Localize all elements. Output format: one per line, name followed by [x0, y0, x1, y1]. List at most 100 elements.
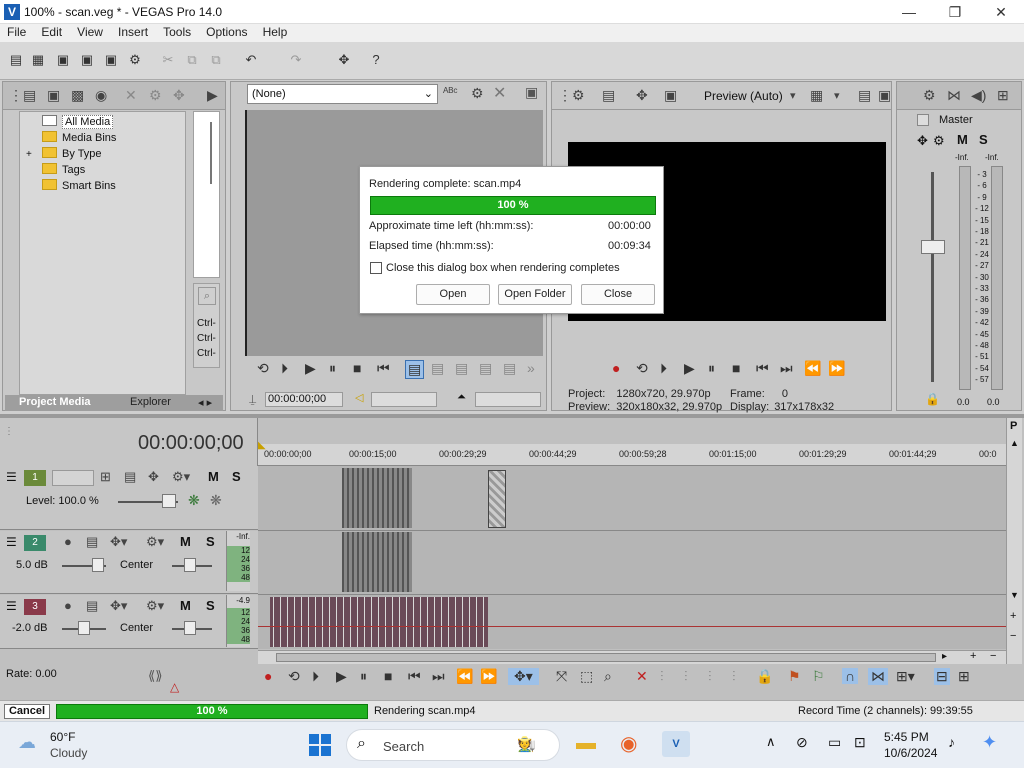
pause-icon[interactable]: ⏸: [360, 668, 367, 685]
tree-item-media-bins[interactable]: Media Bins: [42, 130, 116, 146]
notification-bell-icon[interactable]: ♪: [948, 734, 955, 750]
devices-icon[interactable]: ⊡: [854, 734, 866, 751]
paste-icon[interactable]: ⧉: [208, 52, 224, 68]
track-fx-icon[interactable]: ▤: [86, 534, 98, 550]
close-dialog-button[interactable]: Close: [581, 284, 655, 305]
new-project-icon[interactable]: ▤: [8, 52, 24, 68]
split-icon[interactable]: ⫶: [732, 668, 736, 685]
search-icon[interactable]: ⌕: [198, 287, 216, 305]
track-collapse-icon[interactable]: ☰: [6, 470, 17, 484]
help-icon[interactable]: ?: [368, 52, 384, 68]
clock-time[interactable]: 5:45 PM: [884, 730, 929, 744]
mixer-properties-icon[interactable]: ⚙: [923, 87, 936, 104]
go-to-start-icon[interactable]: ⏮: [756, 360, 769, 377]
menu-file[interactable]: File: [0, 24, 31, 39]
insert-fx-icon[interactable]: ✥: [917, 133, 928, 149]
track-automation-icon[interactable]: ✥▾: [110, 534, 127, 550]
selection-tool-icon[interactable]: ⬚: [580, 668, 593, 685]
pause-icon[interactable]: ⏸: [329, 360, 336, 377]
volume-slider-handle[interactable]: [78, 621, 90, 635]
external-monitor-icon[interactable]: ▤: [602, 87, 615, 104]
menu-view[interactable]: View: [70, 24, 108, 39]
marker-icon[interactable]: ⚑: [788, 668, 801, 685]
fit-icon[interactable]: ▤: [479, 360, 492, 377]
stop-icon[interactable]: ■: [384, 668, 392, 684]
trimmer-timecode[interactable]: 00:00:00;00: [265, 392, 343, 407]
track-header-2[interactable]: ☰ 2 ● ▤ ✥▾ ⚙▾ M S 5.0 dB Center -Inf. 12…: [0, 531, 258, 594]
level-slider-handle[interactable]: [162, 494, 176, 508]
go-to-end-icon[interactable]: ⏭: [780, 360, 793, 377]
video-event[interactable]: [342, 468, 412, 528]
tree-item-tags[interactable]: Tags: [42, 162, 85, 178]
play-from-start-icon[interactable]: ⏵: [312, 668, 319, 685]
track-solo-button[interactable]: S: [206, 598, 215, 613]
media-scrollbar[interactable]: [210, 122, 212, 184]
undo-icon[interactable]: ↶: [243, 52, 259, 68]
weather-condition[interactable]: Cloudy: [50, 746, 87, 760]
trimmer-clear-icon[interactable]: ✕: [493, 83, 506, 103]
menu-help[interactable]: Help: [256, 24, 293, 39]
time-ruler[interactable]: 00:00:00;00 00:00:15;00 00:00:29;29 00:0…: [258, 444, 1006, 466]
fx-icon[interactable]: ✥: [173, 87, 185, 104]
menu-options[interactable]: Options: [199, 24, 252, 39]
pan-slider-handle[interactable]: [184, 558, 196, 572]
timeline-timecode[interactable]: 00:00:00;00: [138, 432, 244, 455]
arm-record-icon[interactable]: ●: [64, 598, 72, 613]
cancel-render-button[interactable]: Cancel: [4, 704, 50, 719]
audio-event-track-3[interactable]: [270, 597, 488, 647]
zoom-in-icon[interactable]: +: [970, 650, 976, 662]
arm-record-icon[interactable]: ●: [64, 534, 72, 549]
master-fader-handle[interactable]: [921, 240, 945, 254]
taskbar-search-box[interactable]: ⌕ Search 🧑‍🌾: [346, 729, 560, 761]
downmix-icon[interactable]: ⋈: [947, 87, 961, 104]
spellcheck-icon[interactable]: ᴬᴮᶜ: [443, 85, 458, 99]
go-to-end-icon[interactable]: ⏭: [432, 668, 445, 685]
ripple-edit-icon[interactable]: ⊞▾: [896, 668, 915, 685]
delete-icon[interactable]: ✕: [636, 668, 648, 685]
open-icon[interactable]: ▦: [30, 52, 46, 68]
track-properties-icon[interactable]: ⚙▾: [146, 598, 164, 614]
track-properties-icon[interactable]: ⚙▾: [146, 534, 164, 550]
track-mute-button[interactable]: M: [180, 534, 191, 549]
pin-icon[interactable]: P: [1010, 420, 1017, 432]
menu-tools[interactable]: Tools: [156, 24, 196, 39]
scroll-up-icon[interactable]: ▲: [1010, 438, 1019, 448]
playhead-marker-icon[interactable]: ◣: [258, 440, 266, 451]
pan-slider-handle[interactable]: [184, 621, 196, 635]
play-icon[interactable]: ▶: [336, 668, 347, 685]
media-props-icon[interactable]: ⚙: [149, 87, 162, 104]
master-mute-button[interactable]: M: [957, 132, 968, 147]
scroll-right-icon[interactable]: ▸: [942, 651, 947, 662]
zoom-out-icon[interactable]: −: [990, 650, 996, 662]
append-icon[interactable]: ▤: [503, 360, 516, 377]
properties-icon[interactable]: ⚙: [127, 52, 143, 68]
zoom-in-vertical-icon[interactable]: +: [1010, 610, 1016, 622]
in-marker-icon[interactable]: ◁: [355, 391, 363, 404]
trimmer-menu-icon[interactable]: ▣: [525, 84, 538, 101]
audio-event-track-2[interactable]: [342, 532, 412, 592]
compositing-icon[interactable]: ⚙▾: [172, 469, 190, 485]
play-from-start-icon[interactable]: ⏵: [660, 360, 667, 377]
prev-frame-icon[interactable]: ⏮: [377, 360, 390, 377]
split-screen-icon[interactable]: ✥: [636, 87, 648, 104]
tree-item-smart-bins[interactable]: Smart Bins: [42, 178, 116, 194]
auto-crossfade-icon[interactable]: ⋈: [868, 668, 888, 685]
trim-end-icon[interactable]: ⫶: [708, 668, 712, 685]
copy-snapshot-icon[interactable]: ▤: [858, 87, 871, 104]
event-tool-icon[interactable]: ✥: [336, 52, 352, 68]
overlay-icon[interactable]: ▣: [664, 87, 677, 104]
lock-icon[interactable]: 🔒: [756, 668, 773, 685]
remove-icon[interactable]: ✕: [125, 87, 137, 104]
trimmer-mode-icon[interactable]: ▤: [405, 360, 425, 379]
play-preview-icon[interactable]: ▶: [207, 87, 218, 104]
tab-project-media[interactable]: Project Media: [19, 396, 91, 408]
get-media-icon[interactable]: ▩: [71, 87, 84, 104]
firefox-icon[interactable]: ◉: [620, 731, 637, 756]
zoom-icon[interactable]: ⏶: [457, 391, 466, 404]
web-icon[interactable]: ◉: [95, 87, 107, 104]
capture-icon[interactable]: ▣: [47, 87, 60, 104]
close-on-complete-checkbox[interactable]: [370, 262, 382, 274]
stop-icon[interactable]: ■: [732, 360, 740, 376]
tree-item-by-type[interactable]: + By Type: [26, 146, 102, 162]
pause-icon[interactable]: ⏸: [708, 360, 715, 377]
